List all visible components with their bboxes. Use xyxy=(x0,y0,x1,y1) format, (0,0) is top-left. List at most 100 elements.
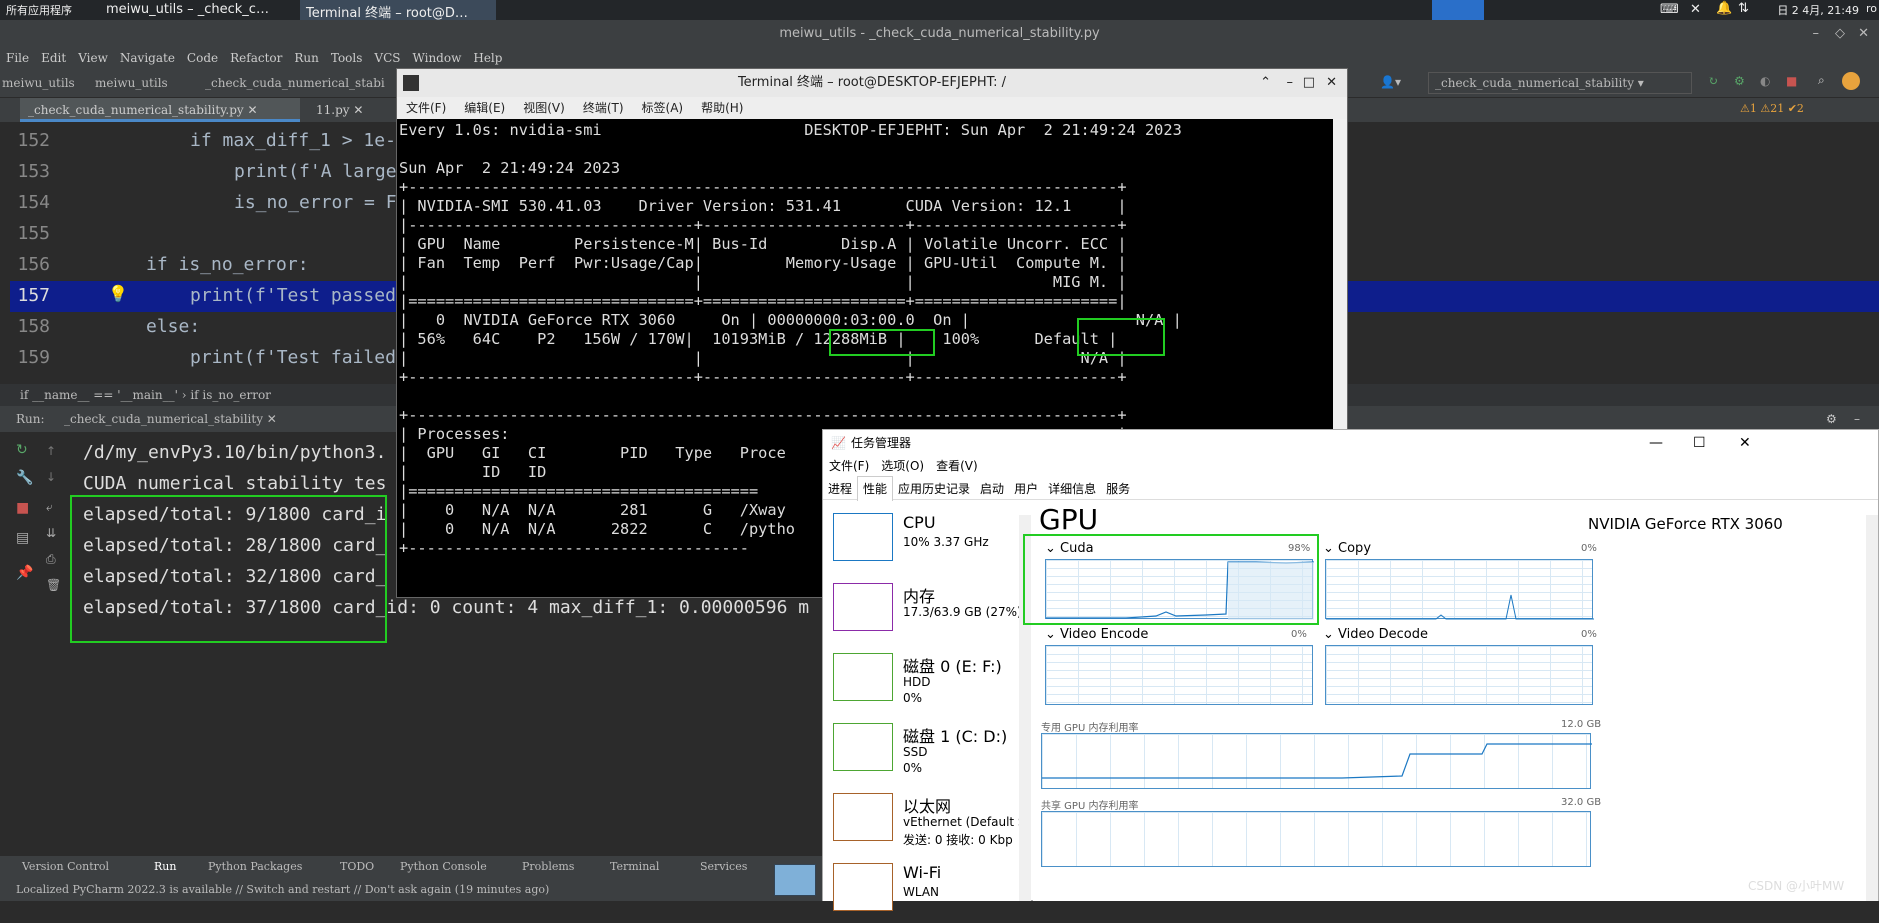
taskbar-item-pycharm[interactable]: meiwu_utils – _check_c… xyxy=(100,0,290,20)
tm-menu-file[interactable]: 文件(F) xyxy=(823,456,875,476)
minimize-icon[interactable]: – xyxy=(1813,20,1820,48)
tool-tab-todo[interactable]: TODO xyxy=(340,860,374,873)
status-message[interactable]: Localized PyCharm 2022.3 is available //… xyxy=(16,883,549,896)
tab-performance[interactable]: 性能 xyxy=(857,476,894,501)
menu-view[interactable]: View xyxy=(72,48,114,68)
shade-icon[interactable]: ⌃ xyxy=(1260,69,1271,97)
close-icon[interactable]: ✕ xyxy=(1858,20,1869,48)
stop-icon[interactable]: ■ xyxy=(16,500,29,516)
code-line[interactable]: print(f'A large xyxy=(234,161,397,182)
graph-selector-video-encode[interactable]: ⌄ Video Encode xyxy=(1045,627,1148,642)
minimize-icon[interactable]: — xyxy=(1649,430,1663,456)
code-line[interactable]: print(f'Test passed xyxy=(190,285,396,306)
run-config-select[interactable]: _check_cuda_numerical_stability ▾ xyxy=(1428,72,1692,94)
stop-icon[interactable]: ■ xyxy=(1786,74,1797,88)
tool-tab-services[interactable]: Services xyxy=(700,860,747,873)
tool-tab-problems[interactable]: Problems xyxy=(522,860,574,873)
breadcrumb-package[interactable]: meiwu_utils xyxy=(95,76,168,90)
tab-processes[interactable]: 进程 xyxy=(823,477,857,501)
user-menu[interactable]: ro xyxy=(1866,2,1877,15)
close-icon[interactable]: ✕ xyxy=(1739,430,1751,456)
menu-navigate[interactable]: Navigate xyxy=(114,48,181,68)
close-icon[interactable]: ✕ xyxy=(1326,69,1337,97)
search-icon[interactable]: ⌕ xyxy=(1818,73,1825,88)
tool-tab-python-packages[interactable]: Python Packages xyxy=(208,860,302,873)
menu-window[interactable]: Window xyxy=(406,48,467,68)
sidebar-item-ethernet[interactable]: 以太网 vEthernet (Default S 发送: 0 接收: 0 Kbp xyxy=(833,793,1026,853)
code-line[interactable]: if is_no_error: xyxy=(146,254,309,275)
menu-file[interactable]: File xyxy=(0,48,35,68)
terminal-menu-view[interactable]: 视图(V) xyxy=(514,97,574,119)
keyboard-icon[interactable]: ⌨ xyxy=(1660,2,1679,17)
tm-menu-view[interactable]: 查看(V) xyxy=(930,456,984,476)
sidebar-item-disk-0[interactable]: 磁盘 0 (E: F:) HDD 0% xyxy=(833,653,1013,713)
up-arrow-icon[interactable]: ↑ xyxy=(46,444,56,458)
debug-icon[interactable]: ⚙ xyxy=(1734,74,1745,88)
tool-tab-terminal[interactable]: Terminal xyxy=(610,860,659,873)
code-line[interactable]: is_no_error = F xyxy=(234,192,397,213)
layout-icon[interactable]: ▤ xyxy=(16,530,29,546)
terminal-menu-file[interactable]: 文件(F) xyxy=(397,97,455,119)
menu-vcs[interactable]: VCS xyxy=(368,48,406,68)
menu-code[interactable]: Code xyxy=(181,48,224,68)
tool-tab-version-control[interactable]: Version Control xyxy=(22,860,109,873)
menu-help[interactable]: Help xyxy=(467,48,508,68)
rerun-icon[interactable]: ↻ xyxy=(16,442,28,458)
menu-tools[interactable]: Tools xyxy=(325,48,369,68)
tool-tab-python-console[interactable]: Python Console xyxy=(400,860,487,873)
tab-users[interactable]: 用户 xyxy=(1009,477,1043,501)
applications-menu[interactable]: 所有应用程序 xyxy=(0,0,90,20)
lightbulb-icon[interactable]: 💡 xyxy=(108,284,128,303)
sidebar-item-memory[interactable]: 内存 17.3/63.9 GB (27%) xyxy=(833,583,1022,643)
graph-selector-copy[interactable]: ⌄ Copy xyxy=(1323,541,1371,556)
run-tab[interactable]: _check_cuda_numerical_stability ✕ xyxy=(64,406,277,432)
print-icon[interactable]: ⎙ xyxy=(46,552,56,567)
sidebar-item-wifi[interactable]: Wi-Fi WLAN xyxy=(833,863,1013,923)
code-line[interactable]: if max_diff_1 > 1e- xyxy=(190,130,396,151)
graph-selector-video-decode[interactable]: ⌄ Video Decode xyxy=(1323,627,1428,642)
notifications-icon[interactable]: 🔔 xyxy=(1716,1,1732,16)
sidebar-item-disk-1[interactable]: 磁盘 1 (C: D:) SSD 0% xyxy=(833,723,1013,783)
code-line[interactable]: else: xyxy=(146,316,200,337)
tab-services[interactable]: 服务 xyxy=(1101,477,1135,501)
pin-icon[interactable]: 📌 xyxy=(16,565,33,581)
taskbar-item-terminal[interactable]: Terminal 终端 – root@D… xyxy=(300,0,496,20)
code-breadcrumb-text[interactable]: if __name__ == '__main__' › if is_no_err… xyxy=(20,388,271,402)
tab-details[interactable]: 详细信息 xyxy=(1043,477,1101,501)
terminal-menu-terminal[interactable]: 终端(T) xyxy=(574,97,633,119)
clock[interactable]: 日 2 4月, 21:49 xyxy=(1777,2,1859,18)
sidebar-item-cpu[interactable]: CPU 10% 3.37 GHz xyxy=(833,513,1013,573)
maximize-icon[interactable]: ◇ xyxy=(1835,20,1845,48)
update-icon[interactable] xyxy=(1842,72,1860,90)
user-icon[interactable]: 👤▾ xyxy=(1380,75,1401,89)
wrench-icon[interactable]: 🔧 xyxy=(16,470,33,486)
minimize-icon[interactable]: – xyxy=(1287,69,1294,97)
network-icon[interactable]: ⇅ xyxy=(1738,1,1749,16)
scroll-end-icon[interactable]: ⇊ xyxy=(46,526,56,540)
trash-icon[interactable]: 🗑 xyxy=(46,578,61,592)
breadcrumb-file[interactable]: _check_cuda_numerical_stabi xyxy=(205,76,385,90)
rerun-icon[interactable]: ↻ xyxy=(1708,74,1718,88)
terminal-menu-edit[interactable]: 编辑(E) xyxy=(455,97,514,119)
maximize-icon[interactable]: ☐ xyxy=(1693,430,1706,456)
tm-menu-options[interactable]: 选项(O) xyxy=(875,456,930,476)
tab-app-history[interactable]: 应用历史记录 xyxy=(893,477,975,501)
tab-11-py[interactable]: 11.py ✕ xyxy=(308,98,390,122)
taskmgr-taskbar-icon[interactable] xyxy=(774,864,816,896)
coverage-icon[interactable]: ◐ xyxy=(1760,74,1770,88)
menu-run[interactable]: Run xyxy=(288,48,325,68)
breadcrumb-project[interactable]: meiwu_utils xyxy=(2,76,75,90)
tab-startup[interactable]: 启动 xyxy=(975,477,1009,501)
main-scrollbar[interactable] xyxy=(1866,515,1878,901)
maximize-icon[interactable]: □ xyxy=(1303,69,1315,97)
down-arrow-icon[interactable]: ↓ xyxy=(46,470,56,484)
volume-icon[interactable]: ✕ xyxy=(1690,2,1701,17)
terminal-menu-tabs[interactable]: 标签(A) xyxy=(633,97,693,119)
tab-check-cuda[interactable]: _check_cuda_numerical_stability.py ✕ xyxy=(20,98,300,122)
soft-wrap-icon[interactable]: ⤶ xyxy=(46,500,53,515)
menu-refactor[interactable]: Refactor xyxy=(224,48,288,68)
code-line[interactable]: print(f'Test failed xyxy=(190,347,396,368)
inspection-widget[interactable]: ⚠1 ⚠21 ✔2 xyxy=(1740,102,1804,115)
terminal-menu-help[interactable]: 帮助(H) xyxy=(692,97,752,119)
tool-tab-run[interactable]: Run xyxy=(154,860,176,873)
